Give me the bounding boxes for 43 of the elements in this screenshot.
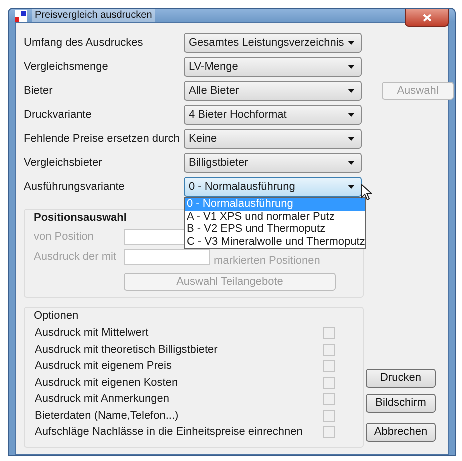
action-button[interactable]: Drucken xyxy=(366,368,436,388)
field-label: Ausdruck der mit xyxy=(34,251,118,263)
field-label: Vergleichsbieter xyxy=(24,157,104,169)
close-icon xyxy=(422,14,432,22)
option-label: Ausdruck mit Anmerkungen xyxy=(35,393,170,406)
dropdown[interactable]: LV-Menge xyxy=(184,57,362,77)
group-title: Optionen xyxy=(34,310,79,322)
field-label: Fehlende Preise ersetzen durch xyxy=(24,133,181,145)
app-icon xyxy=(15,10,27,22)
caret-icon xyxy=(348,113,355,117)
option-label: Bieterdaten (Name,Telefon...) xyxy=(35,410,179,422)
caret-icon xyxy=(348,137,355,141)
dropdown-option[interactable]: B - V2 EPS und Thermoputz xyxy=(185,223,365,236)
option-label: Ausdruck mit eigenem Preis xyxy=(35,360,172,372)
field-label: Ausführungsvariante xyxy=(24,181,126,193)
dropdown[interactable]: Billigstbieter xyxy=(184,153,362,173)
caret-icon xyxy=(348,65,355,69)
dropdown-option[interactable]: A - V1 XPS und normaler Putz xyxy=(185,210,365,223)
field-label: Druckvariante xyxy=(24,109,93,121)
window-title: Preisvergleich ausdrucken xyxy=(32,9,156,22)
dropdown[interactable]: Gesamtes Leistungsverzeichnis xyxy=(184,33,362,53)
field-label: von Position xyxy=(34,231,95,243)
caret-icon xyxy=(348,41,355,45)
option-label: Ausdruck mit Mittelwert xyxy=(35,327,149,340)
action-button[interactable]: Bildschirm xyxy=(366,394,436,412)
option-label: Aufschläge Nachlässe in die Einheitspreise einrechnen xyxy=(35,426,303,438)
field-label: Vergleichsmenge xyxy=(24,61,110,73)
close-button[interactable] xyxy=(405,9,449,27)
dropdown[interactable]: Alle Bieter xyxy=(184,81,362,101)
dropdown[interactable]: Keine xyxy=(184,129,362,149)
caret-icon xyxy=(348,185,355,189)
dropdown[interactable]: 4 Bieter Hochformat xyxy=(184,105,362,125)
option-label: Ausdruck mit theoretisch Billigstbieter xyxy=(35,344,218,356)
option-label: Ausdruck mit eigenen Kosten xyxy=(35,376,178,389)
group-title: Positionsauswahl xyxy=(34,212,127,224)
dropdown[interactable]: 0 - Normalausführung xyxy=(184,177,362,197)
caret-icon xyxy=(348,161,355,165)
field-label: Bieter xyxy=(24,85,54,97)
field-label: markierten Positionen xyxy=(214,255,320,267)
action-button[interactable]: Abbrechen xyxy=(366,422,436,442)
caret-icon xyxy=(348,89,355,93)
field-label: Umfang des Ausdruckes xyxy=(24,37,144,49)
dropdown-option[interactable]: C - V3 Mineralwolle und Thermoputz xyxy=(185,236,365,248)
